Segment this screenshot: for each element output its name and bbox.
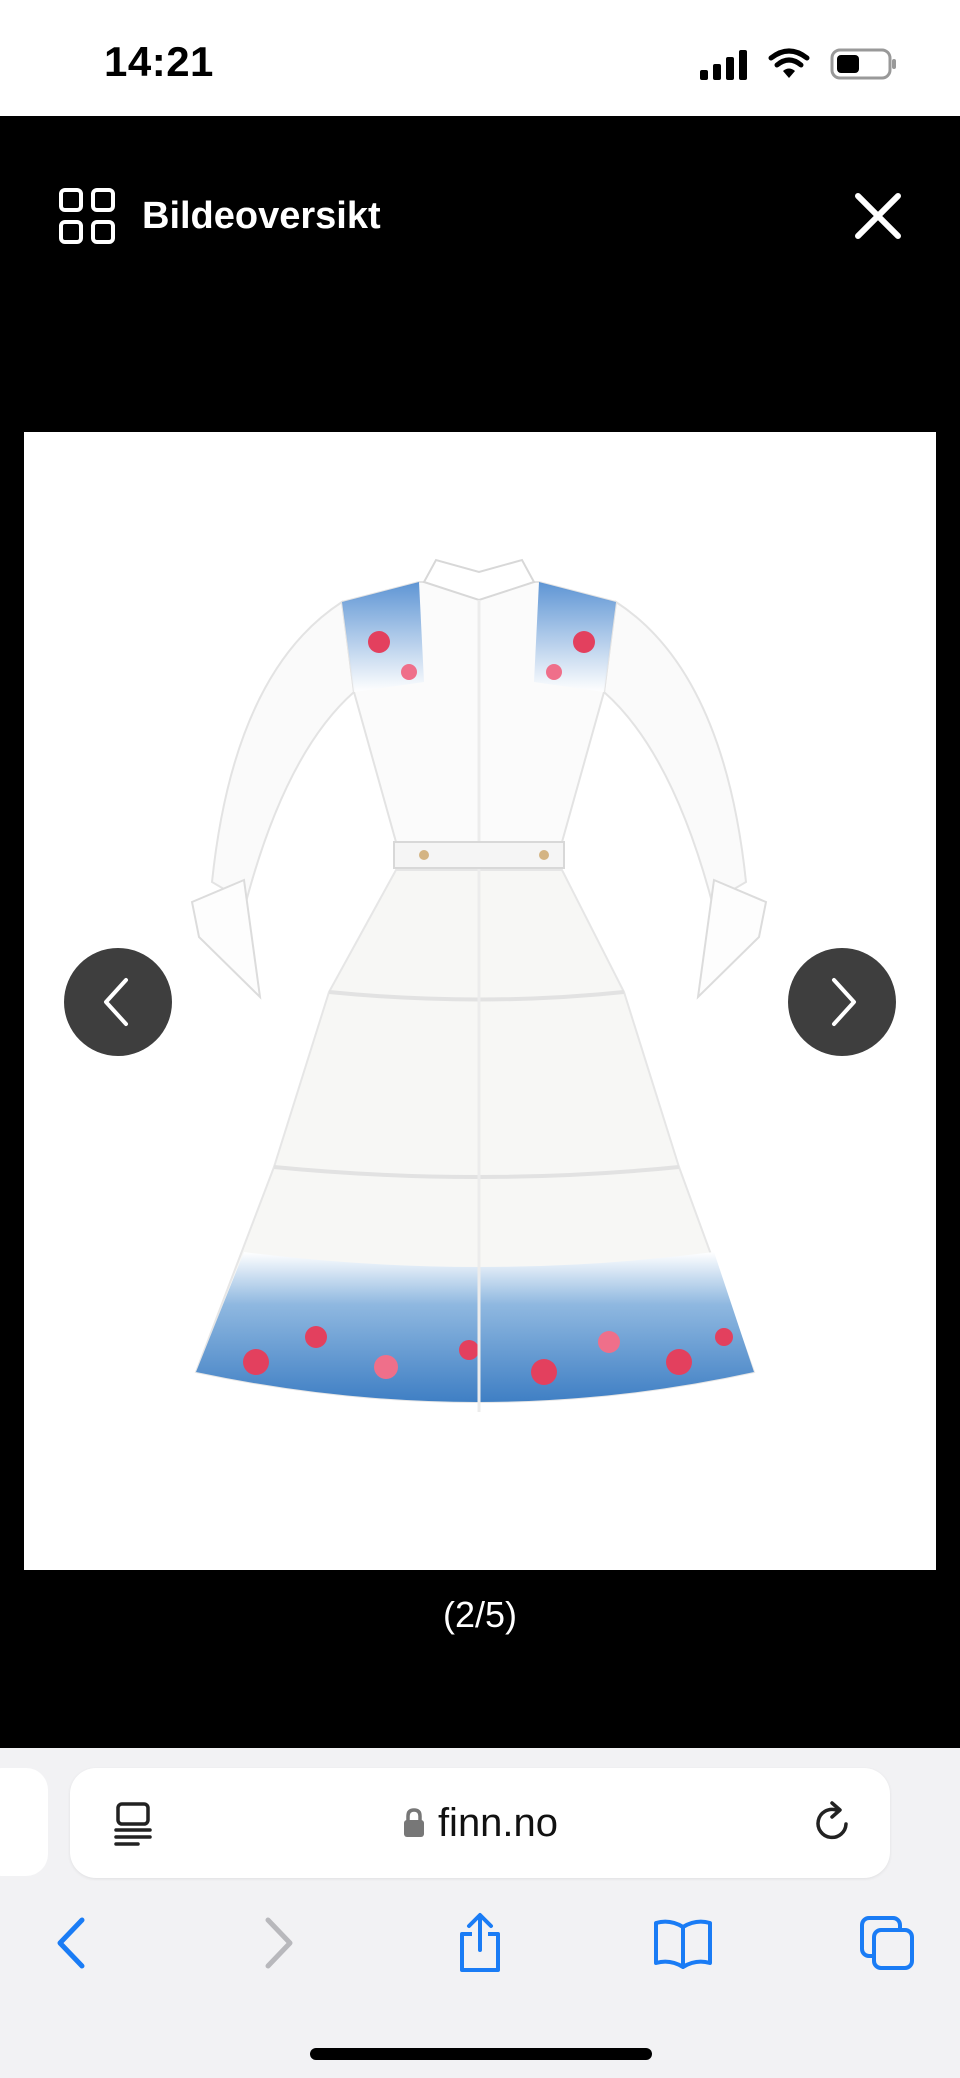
forward-icon [265,1917,293,1969]
back-button[interactable] [36,1908,106,1978]
share-button[interactable] [445,1908,515,1978]
bookmarks-button[interactable] [648,1908,718,1978]
share-icon [460,1913,500,1972]
forward-button[interactable] [244,1908,314,1978]
wifi-icon [768,48,810,78]
previous-tab-peek[interactable] [0,1768,48,1876]
tabs-button[interactable] [852,1908,922,1978]
tabs-icon [860,1916,914,1970]
url-text: finn.no [437,1800,559,1845]
viewer-header: Bildeoversikt [0,116,960,312]
status-time: 14:21 [104,38,214,85]
lock-icon [403,1808,424,1837]
image-overview-button[interactable]: Bildeoversikt [58,186,381,246]
grid-icon [59,188,115,244]
reload-icon[interactable] [810,1800,856,1846]
chevron-right-icon [832,978,856,1026]
browser-toolbar [0,1908,960,1988]
image-counter: (2/5) [442,1594,518,1635]
browser-chrome: finn.no [0,1748,960,2078]
next-image-button[interactable] [788,948,896,1056]
signal-icon [700,50,747,80]
bookmarks-icon [654,1919,712,1969]
url-display[interactable]: finn.no [70,1768,890,1878]
status-bar: 14:21 [0,0,960,116]
address-bar[interactable]: finn.no [70,1768,890,1878]
status-icons [700,44,898,84]
back-icon [57,1917,85,1969]
close-button[interactable] [852,190,904,242]
image-overview-label: Bildeoversikt [142,194,381,237]
previous-image-button[interactable] [64,948,172,1056]
chevron-left-icon [104,978,128,1026]
close-icon [855,193,901,239]
battery-icon [830,48,896,80]
home-indicator[interactable] [310,2048,652,2060]
